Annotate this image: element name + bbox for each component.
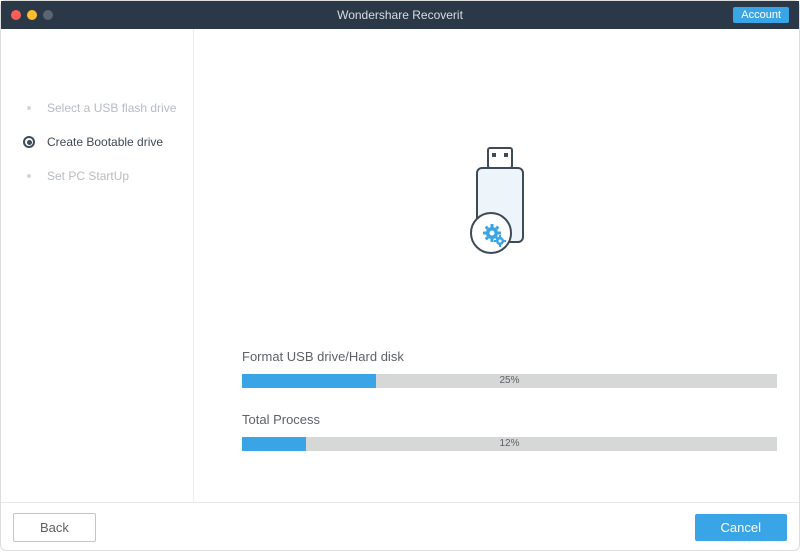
close-icon[interactable] [11,10,21,20]
sidebar-item-create-bootable[interactable]: Create Bootable drive [1,125,193,159]
account-button[interactable]: Account [733,7,789,23]
main-panel: Format USB drive/Hard disk 25% Total Pro… [194,29,799,502]
sidebar-item-label: Create Bootable drive [47,135,163,149]
progress-fill-total [242,437,306,451]
app-title: Wondershare Recoverit [337,8,463,22]
sidebar-item-label: Select a USB flash drive [47,101,176,115]
maximize-icon[interactable] [43,10,53,20]
progress-percent-total: 12% [499,437,519,451]
sidebar-item-set-startup[interactable]: Set PC StartUp [1,159,193,193]
sidebar-item-select-usb[interactable]: Select a USB flash drive [1,91,193,125]
back-button[interactable]: Back [13,513,96,542]
step-active-icon [23,136,35,148]
step-dot-icon [23,102,35,114]
progress-fill-format [242,374,376,388]
progress-bar-format: 25% [242,374,777,388]
minimize-icon[interactable] [27,10,37,20]
progress-label-format: Format USB drive/Hard disk [242,349,777,364]
progress-section: Format USB drive/Hard disk 25% Total Pro… [242,349,777,451]
progress-bar-total: 12% [242,437,777,451]
titlebar: Wondershare Recoverit Account [1,1,799,29]
footer: Back Cancel [1,502,799,552]
window-controls [11,10,53,20]
progress-percent-format: 25% [499,374,519,388]
content: Select a USB flash drive Create Bootable… [1,29,799,502]
cancel-button[interactable]: Cancel [695,514,787,541]
sidebar-item-label: Set PC StartUp [47,169,129,183]
step-dot-icon [23,170,35,182]
progress-label-total: Total Process [242,412,777,427]
sidebar: Select a USB flash drive Create Bootable… [1,29,194,502]
usb-drive-icon [452,144,542,269]
